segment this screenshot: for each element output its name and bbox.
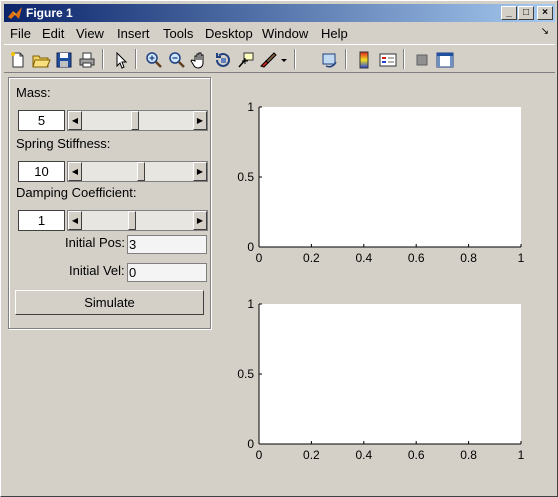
minimize-button[interactable]: _ <box>501 6 517 20</box>
y-tick-label: 0 <box>247 437 254 451</box>
mass-label: Mass: <box>16 85 51 100</box>
y-tick-label: 0.5 <box>237 170 254 184</box>
menu-edit[interactable]: Edit <box>42 26 64 41</box>
pan-hand-icon[interactable] <box>190 50 210 70</box>
initial-vel-label: Initial Vel: <box>69 263 125 278</box>
controls-panel: Mass: 5 ◀ ▶ Spring Stiffness: 10 ◀ ▶ Dam… <box>8 77 211 329</box>
x-tick-label: 0.4 <box>355 251 372 265</box>
y-tick-label: 1 <box>247 297 254 311</box>
show-plot-tools-icon[interactable] <box>435 50 455 70</box>
x-tick-label: 0 <box>256 448 263 462</box>
brush-icon[interactable] <box>259 50 279 70</box>
colorbar-icon[interactable] <box>354 50 374 70</box>
window-title: Figure 1 <box>26 6 73 20</box>
toolbar-separator <box>135 49 137 69</box>
slider-left-arrow-icon[interactable]: ◀ <box>68 111 82 130</box>
toolbar-separator <box>345 49 347 69</box>
menu-help[interactable]: Help <box>321 26 348 41</box>
matlab-logo-icon <box>8 7 22 19</box>
damping-slider[interactable]: ◀ ▶ <box>67 210 208 231</box>
initial-pos-label: Initial Pos: <box>65 235 125 250</box>
x-tick-label: 0.6 <box>408 251 425 265</box>
mass-slider[interactable]: ◀ ▶ <box>67 110 208 131</box>
mass-value-box[interactable]: 5 <box>18 110 65 131</box>
legend-icon[interactable] <box>378 50 398 70</box>
x-tick-label: 1 <box>518 448 525 462</box>
zoom-in-icon[interactable] <box>144 50 164 70</box>
plot-area <box>259 304 521 444</box>
new-figure-icon[interactable] <box>8 50 28 70</box>
x-tick-label: 1 <box>518 251 525 265</box>
figure-toolbar <box>4 44 555 73</box>
menu-tools[interactable]: Tools <box>163 26 193 41</box>
menu-bar: File Edit View Insert Tools Desktop Wind… <box>4 24 555 43</box>
axes-bottom[interactable]: 0 0.2 0.4 0.6 0.8 1 0 0.5 1 <box>227 294 537 472</box>
link-plot-icon[interactable] <box>320 50 340 70</box>
axes-top-svg: 0 0.2 0.4 0.6 0.8 1 0 0.5 1 <box>237 100 525 265</box>
stiffness-slider[interactable]: ◀ ▶ <box>67 161 208 182</box>
y-tick-label: 1 <box>247 100 254 114</box>
slider-thumb[interactable] <box>131 111 140 130</box>
slider-trough[interactable] <box>82 211 193 230</box>
figure-window: Figure 1 _ □ × File Edit View Insert Too… <box>0 0 558 497</box>
close-button[interactable]: × <box>537 6 553 20</box>
x-tick-label: 0.2 <box>303 251 320 265</box>
brush-dropdown-icon[interactable] <box>279 50 289 70</box>
rotate-3d-icon[interactable] <box>213 50 233 70</box>
initial-pos-field[interactable]: 3 <box>127 235 207 254</box>
x-tick-label: 0.8 <box>460 448 477 462</box>
menu-desktop[interactable]: Desktop <box>205 26 253 41</box>
toolbar-separator <box>403 49 405 69</box>
slider-thumb[interactable] <box>136 162 145 181</box>
title-bar[interactable]: Figure 1 _ □ × <box>4 4 555 22</box>
slider-left-arrow-icon[interactable]: ◀ <box>68 211 82 230</box>
menu-file[interactable]: File <box>10 26 31 41</box>
data-cursor-icon[interactable] <box>236 50 256 70</box>
slider-right-arrow-icon[interactable]: ▶ <box>193 162 207 181</box>
axes-bottom-svg: 0 0.2 0.4 0.6 0.8 1 0 0.5 1 <box>237 297 525 462</box>
stiffness-value-box[interactable]: 10 <box>18 161 65 182</box>
hide-plot-tools-icon[interactable] <box>412 50 432 70</box>
zoom-out-icon[interactable] <box>167 50 187 70</box>
x-tick-label: 0.2 <box>303 448 320 462</box>
slider-right-arrow-icon[interactable]: ▶ <box>193 111 207 130</box>
menu-window[interactable]: Window <box>262 26 308 41</box>
axes-top[interactable]: 0 0.2 0.4 0.6 0.8 1 0 0.5 1 <box>227 97 537 275</box>
damping-label: Damping Coefficient: <box>16 185 137 200</box>
slider-right-arrow-icon[interactable]: ▶ <box>193 211 207 230</box>
x-tick-label: 0.6 <box>408 448 425 462</box>
open-file-icon[interactable] <box>31 50 51 70</box>
edit-plot-arrow-icon[interactable] <box>111 50 131 70</box>
dock-arrow-icon[interactable]: ↘ <box>541 26 549 37</box>
maximize-button[interactable]: □ <box>518 6 534 20</box>
x-tick-label: 0.4 <box>355 448 372 462</box>
menu-view[interactable]: View <box>76 26 104 41</box>
y-tick-label: 0.5 <box>237 367 254 381</box>
simulate-button[interactable]: Simulate <box>15 290 204 315</box>
toolbar-separator <box>294 49 296 69</box>
plot-area <box>259 107 521 247</box>
y-tick-label: 0 <box>247 240 254 254</box>
menu-insert[interactable]: Insert <box>117 26 150 41</box>
save-icon[interactable] <box>54 50 74 70</box>
slider-left-arrow-icon[interactable]: ◀ <box>68 162 82 181</box>
slider-thumb[interactable] <box>128 211 137 230</box>
stiffness-label: Spring Stiffness: <box>16 136 111 151</box>
damping-value-box[interactable]: 1 <box>18 210 65 231</box>
initial-vel-field[interactable]: 0 <box>127 263 207 282</box>
toolbar-separator <box>102 49 104 69</box>
x-tick-label: 0 <box>256 251 263 265</box>
print-icon[interactable] <box>77 50 97 70</box>
x-tick-label: 0.8 <box>460 251 477 265</box>
